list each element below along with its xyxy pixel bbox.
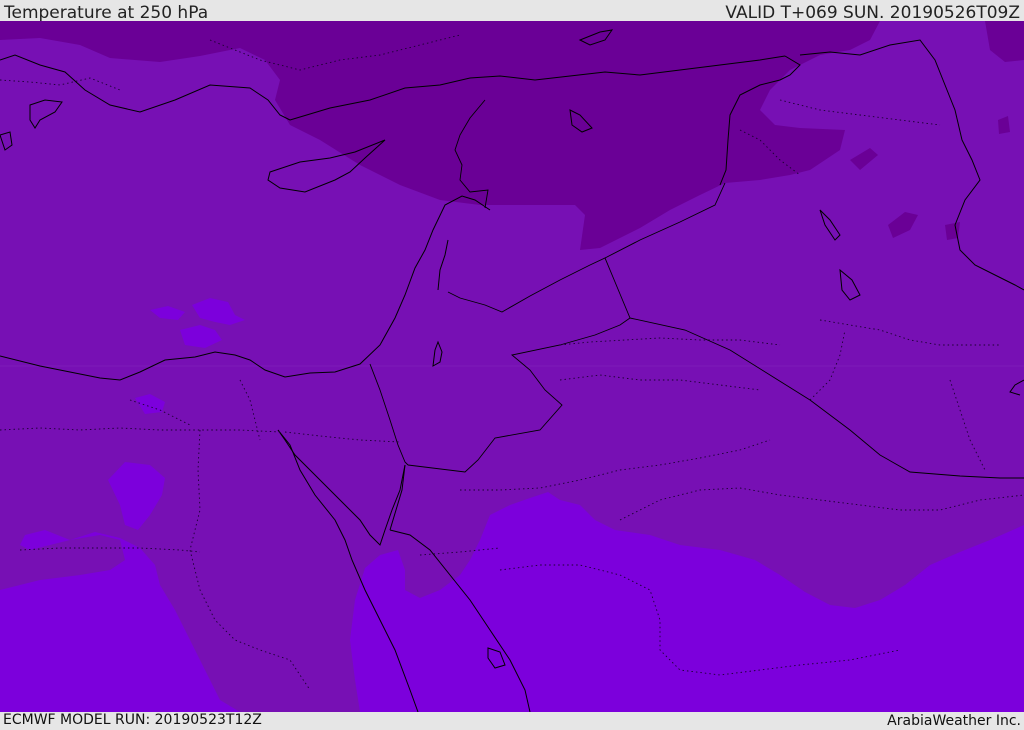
map-title: Temperature at 250 hPa [4,3,209,23]
valid-time-label: VALID T+069 SUN. 20190526T09Z [725,3,1020,23]
model-run-label: ECMWF MODEL RUN: 20190523T12Z [3,712,262,728]
map-frame: Temperature at 250 hPa VALID T+069 SUN. … [0,0,1024,729]
credit-label: ArabiaWeather Inc. [887,713,1021,729]
temperature-map [0,21,1024,712]
header-bar: Temperature at 250 hPa VALID T+069 SUN. … [0,0,1024,23]
map-canvas [0,21,1024,712]
footer-bar: ECMWF MODEL RUN: 20190523T12Z ArabiaWeat… [0,712,1024,729]
